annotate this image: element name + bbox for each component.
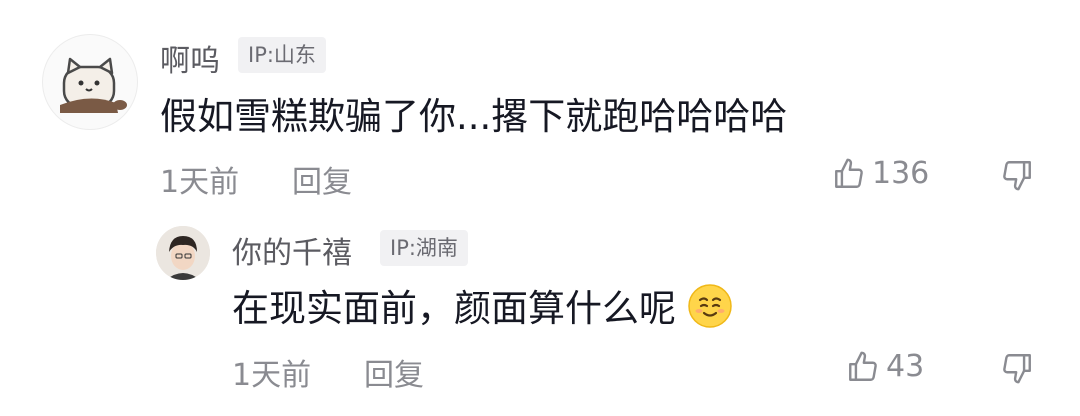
like-count: 43 [886,349,925,384]
reply-username[interactable]: 你的千禧 [232,228,352,272]
reply-text-body: 在现实面前，颜面算什么呢 [232,287,676,330]
reply-item: 你的千禧 IP:湖南 在现实面前，颜面算什么呢 1天前 回复 43 [0,200,1080,416]
like-button[interactable]: 43 [846,349,924,384]
reply-button[interactable]: 回复 [364,350,424,394]
comment-username[interactable]: 啊呜 [160,36,220,80]
dislike-button[interactable] [1000,351,1034,389]
reply-button[interactable]: 回复 [292,157,352,201]
comment-text: 假如雪糕欺骗了你...撂下就跑哈哈哈哈 [160,95,788,138]
thumbs-down-icon [1003,354,1031,384]
reply-text: 在现实面前，颜面算什么呢 [232,278,734,339]
thumbs-up-icon [835,158,863,188]
comment-time: 1天前 [160,165,240,200]
smirk-emoji-icon [686,282,734,339]
comment-item: 啊呜 IP:山东 假如雪糕欺骗了你...撂下就跑哈哈哈哈 1天前 回复 136 [0,0,1080,200]
thumbs-down-icon [1003,161,1031,191]
dislike-button[interactable] [1000,158,1034,196]
like-count: 136 [872,156,930,191]
reply-time: 1天前 [232,358,312,393]
avatar[interactable] [42,34,138,130]
avatar[interactable] [156,226,210,280]
person-avatar-icon [156,226,210,280]
thumbs-up-icon [849,351,877,381]
ip-location-badge: IP:山东 [238,37,326,73]
ip-location-badge: IP:湖南 [380,230,468,266]
cat-avatar-icon [60,57,127,113]
like-button[interactable]: 136 [832,156,929,191]
